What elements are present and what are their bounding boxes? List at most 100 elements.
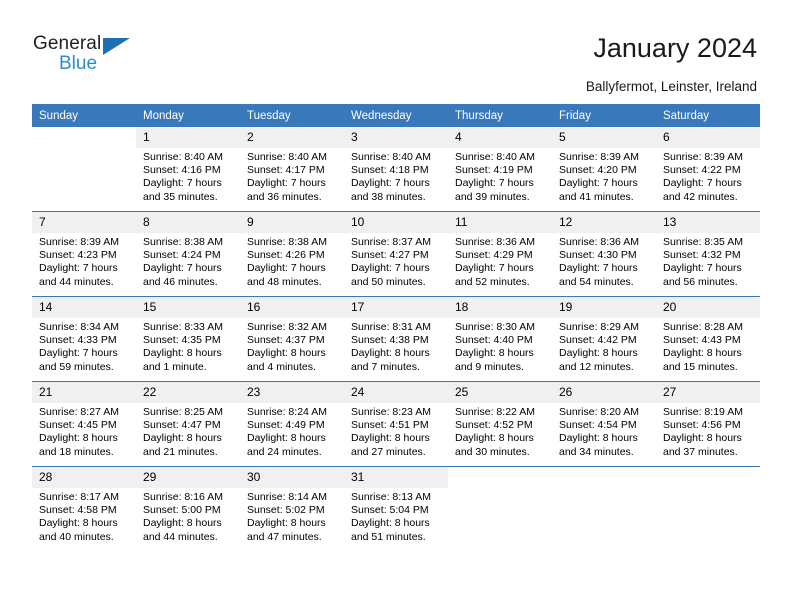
day-info-line: Daylight: 8 hours <box>247 432 326 445</box>
day-info-line: and 4 minutes. <box>247 360 316 373</box>
day-sun-info: Sunrise: 8:36 AM Sunset: 4:30 PM Daylight:… <box>552 233 656 289</box>
calendar-day-cell[interactable]: 28 Sunrise: 8:17 AM Sunset: 4:58 PM Dayligh… <box>32 466 136 551</box>
weekday-header-thursday: Thursday <box>448 104 552 127</box>
calendar-day-cell[interactable]: 19 Sunrise: 8:29 AM Sunset: 4:42 PM Dayligh… <box>552 296 656 382</box>
logo-text-blue: Blue <box>59 53 98 74</box>
calendar-empty-cell <box>552 466 656 551</box>
calendar-day-cell[interactable]: 3 Sunrise: 8:40 AM Sunset: 4:18 PM Daylight… <box>344 127 448 212</box>
calendar-day-cell[interactable]: 22 Sunrise: 8:25 AM Sunset: 4:47 PM Dayligh… <box>136 381 240 467</box>
day-info-line: and 30 minutes. <box>455 445 530 458</box>
calendar-day-cell[interactable]: 10 Sunrise: 8:37 AM Sunset: 4:27 PM Dayligh… <box>344 211 448 297</box>
day-info-line: Sunset: 4:40 PM <box>455 334 533 347</box>
calendar-day-cell[interactable]: 31 Sunrise: 8:13 AM Sunset: 5:04 PM Dayligh… <box>344 466 448 551</box>
calendar-day-cell[interactable]: 5 Sunrise: 8:39 AM Sunset: 4:20 PM Daylight… <box>552 127 656 212</box>
triangle-icon <box>103 38 130 55</box>
day-info-line: Daylight: 8 hours <box>559 347 638 360</box>
calendar-day-cell[interactable]: 11 Sunrise: 8:36 AM Sunset: 4:29 PM Dayligh… <box>448 211 552 297</box>
day-info-line: Daylight: 7 hours <box>663 177 742 190</box>
day-sun-info <box>32 148 136 151</box>
day-info-line: Sunset: 4:29 PM <box>455 249 533 262</box>
day-number: 12 <box>552 212 656 233</box>
page-header: General Blue January 2024 Ballyfermot, L… <box>0 0 792 104</box>
calendar-day-cell[interactable]: 13 Sunrise: 8:35 AM Sunset: 4:32 PM Dayligh… <box>656 211 760 297</box>
day-info-line: Sunset: 4:35 PM <box>143 334 221 347</box>
day-info-line: Sunset: 4:17 PM <box>247 164 325 177</box>
day-info-line: Sunrise: 8:39 AM <box>39 236 119 248</box>
calendar-day-cell[interactable]: 14 Sunrise: 8:34 AM Sunset: 4:33 PM Dayligh… <box>32 296 136 382</box>
calendar-day-cell[interactable]: 15 Sunrise: 8:33 AM Sunset: 4:35 PM Dayligh… <box>136 296 240 382</box>
day-sun-info: Sunrise: 8:37 AM Sunset: 4:27 PM Daylight:… <box>344 233 448 289</box>
day-sun-info: Sunrise: 8:29 AM Sunset: 4:42 PM Daylight:… <box>552 318 656 374</box>
day-info-line: Daylight: 8 hours <box>39 517 118 530</box>
day-sun-info: Sunrise: 8:14 AM Sunset: 5:02 PM Daylight:… <box>240 488 344 544</box>
day-number: 7 <box>32 212 136 233</box>
day-info-line: Sunrise: 8:35 AM <box>663 236 743 248</box>
day-number: 14 <box>32 297 136 318</box>
day-number: 24 <box>344 382 448 403</box>
calendar-day-cell[interactable]: 7 Sunrise: 8:39 AM Sunset: 4:23 PM Daylight… <box>32 211 136 297</box>
weekday-header-wednesday: Wednesday <box>344 104 448 127</box>
day-info-line: Sunset: 5:00 PM <box>143 504 221 517</box>
calendar-day-cell[interactable]: 26 Sunrise: 8:20 AM Sunset: 4:54 PM Dayligh… <box>552 381 656 467</box>
day-sun-info: Sunrise: 8:22 AM Sunset: 4:52 PM Daylight:… <box>448 403 552 459</box>
day-info-line: Sunrise: 8:39 AM <box>559 151 639 163</box>
calendar-day-cell[interactable]: 16 Sunrise: 8:32 AM Sunset: 4:37 PM Dayligh… <box>240 296 344 382</box>
day-info-line: Daylight: 7 hours <box>143 177 222 190</box>
calendar-day-cell[interactable]: 25 Sunrise: 8:22 AM Sunset: 4:52 PM Dayligh… <box>448 381 552 467</box>
day-number: 26 <box>552 382 656 403</box>
day-number: 16 <box>240 297 344 318</box>
day-info-line: and 48 minutes. <box>247 275 322 288</box>
calendar-day-cell[interactable]: 23 Sunrise: 8:24 AM Sunset: 4:49 PM Dayligh… <box>240 381 344 467</box>
calendar-day-cell[interactable]: 8 Sunrise: 8:38 AM Sunset: 4:24 PM Daylight… <box>136 211 240 297</box>
day-info-line: and 41 minutes. <box>559 190 634 203</box>
day-sun-info: Sunrise: 8:28 AM Sunset: 4:43 PM Daylight:… <box>656 318 760 374</box>
calendar-week-row: 1 Sunrise: 8:40 AM Sunset: 4:16 PM Daylight… <box>32 127 760 212</box>
day-number: 30 <box>240 467 344 488</box>
day-sun-info: Sunrise: 8:40 AM Sunset: 4:19 PM Daylight:… <box>448 148 552 204</box>
day-info-line: Daylight: 7 hours <box>455 177 534 190</box>
day-sun-info: Sunrise: 8:24 AM Sunset: 4:49 PM Daylight:… <box>240 403 344 459</box>
day-number: 22 <box>136 382 240 403</box>
day-info-line: Sunrise: 8:24 AM <box>247 406 327 418</box>
day-info-line: Sunrise: 8:31 AM <box>351 321 431 333</box>
calendar-day-cell[interactable]: 1 Sunrise: 8:40 AM Sunset: 4:16 PM Daylight… <box>136 127 240 212</box>
day-info-line: Sunset: 4:16 PM <box>143 164 221 177</box>
day-sun-info: Sunrise: 8:40 AM Sunset: 4:17 PM Daylight:… <box>240 148 344 204</box>
calendar-day-cell[interactable]: 18 Sunrise: 8:30 AM Sunset: 4:40 PM Dayligh… <box>448 296 552 382</box>
calendar-day-cell[interactable]: 17 Sunrise: 8:31 AM Sunset: 4:38 PM Dayligh… <box>344 296 448 382</box>
day-info-line: and 46 minutes. <box>143 275 218 288</box>
day-info-line: Sunset: 4:19 PM <box>455 164 533 177</box>
day-number: 28 <box>32 467 136 488</box>
day-info-line: Daylight: 7 hours <box>247 177 326 190</box>
day-info-line: Sunset: 4:23 PM <box>39 249 117 262</box>
day-info-line: Daylight: 8 hours <box>39 432 118 445</box>
day-info-line: Daylight: 8 hours <box>143 347 222 360</box>
calendar-day-cell[interactable]: 12 Sunrise: 8:36 AM Sunset: 4:30 PM Dayligh… <box>552 211 656 297</box>
calendar-day-cell[interactable]: 20 Sunrise: 8:28 AM Sunset: 4:43 PM Dayligh… <box>656 296 760 382</box>
day-info-line: and 9 minutes. <box>455 360 524 373</box>
day-sun-info: Sunrise: 8:17 AM Sunset: 4:58 PM Daylight:… <box>32 488 136 544</box>
calendar-day-cell[interactable]: 30 Sunrise: 8:14 AM Sunset: 5:02 PM Dayligh… <box>240 466 344 551</box>
day-info-line: Daylight: 8 hours <box>247 517 326 530</box>
calendar-day-cell[interactable]: 24 Sunrise: 8:23 AM Sunset: 4:51 PM Dayligh… <box>344 381 448 467</box>
day-sun-info: Sunrise: 8:30 AM Sunset: 4:40 PM Daylight:… <box>448 318 552 374</box>
calendar-day-cell[interactable]: 4 Sunrise: 8:40 AM Sunset: 4:19 PM Daylight… <box>448 127 552 212</box>
calendar-day-cell[interactable]: 9 Sunrise: 8:38 AM Sunset: 4:26 PM Daylight… <box>240 211 344 297</box>
generalblue-logo: General Blue <box>33 33 193 81</box>
day-info-line: Daylight: 8 hours <box>143 432 222 445</box>
day-number: 21 <box>32 382 136 403</box>
day-info-line: Sunset: 4:32 PM <box>663 249 741 262</box>
day-info-line: and 21 minutes. <box>143 445 218 458</box>
calendar-day-cell[interactable]: 29 Sunrise: 8:16 AM Sunset: 5:00 PM Dayligh… <box>136 466 240 551</box>
day-sun-info: Sunrise: 8:38 AM Sunset: 4:24 PM Daylight:… <box>136 233 240 289</box>
calendar-day-cell[interactable]: 6 Sunrise: 8:39 AM Sunset: 4:22 PM Daylight… <box>656 127 760 212</box>
day-info-line: and 1 minute. <box>143 360 207 373</box>
location-subtitle: Ballyfermot, Leinster, Ireland <box>585 79 757 94</box>
day-info-line: Daylight: 8 hours <box>351 347 430 360</box>
calendar-day-cell[interactable]: 27 Sunrise: 8:19 AM Sunset: 4:56 PM Dayligh… <box>656 381 760 467</box>
day-info-line: Daylight: 8 hours <box>351 432 430 445</box>
calendar-day-cell[interactable]: 21 Sunrise: 8:27 AM Sunset: 4:45 PM Dayligh… <box>32 381 136 467</box>
calendar-week-row: 7 Sunrise: 8:39 AM Sunset: 4:23 PM Daylight… <box>32 211 760 297</box>
day-number <box>656 467 760 488</box>
calendar-day-cell[interactable]: 2 Sunrise: 8:40 AM Sunset: 4:17 PM Daylight… <box>240 127 344 212</box>
